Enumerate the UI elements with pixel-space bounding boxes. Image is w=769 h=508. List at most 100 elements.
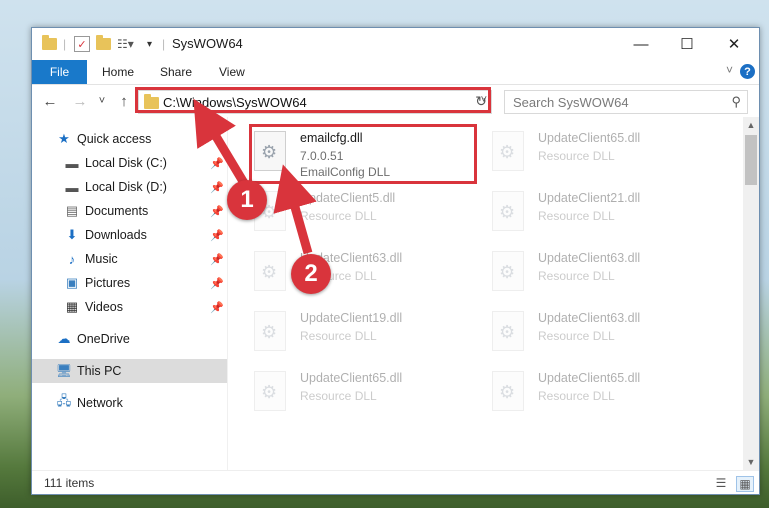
recent-locations-button[interactable]: ˅: [92, 91, 112, 111]
dll-file-icon: [254, 311, 286, 351]
scroll-up-button[interactable]: ▲: [743, 117, 759, 133]
file-item[interactable]: UpdateClient63.dll Resource DLL: [228, 245, 458, 301]
file-item[interactable]: UpdateClient63.dll Resource DLL: [466, 245, 696, 301]
pin-icon[interactable]: 📌: [210, 181, 224, 194]
sidebar-item-label: OneDrive: [77, 332, 130, 346]
pin-icon[interactable]: 📌: [210, 157, 224, 170]
sidebar-item-label: Quick access: [77, 132, 152, 146]
tab-share[interactable]: Share: [160, 60, 192, 84]
computer-icon: 🖥: [55, 363, 73, 378]
explorer-window: | ✓ ☷▾ ▾ | SysWOW64 — ☐ ✕ File Home Shar…: [31, 27, 760, 495]
sidebar-item-quick-access[interactable]: ★ Quick access: [32, 127, 227, 151]
pin-icon[interactable]: 📌: [210, 205, 224, 218]
file-name: UpdateClient65.dll: [538, 131, 641, 145]
file-description: Resource DLL: [300, 389, 377, 403]
sidebar-item-downloads[interactable]: ⬇ Downloads 📌: [32, 223, 227, 247]
close-button[interactable]: ✕: [711, 28, 757, 60]
sidebar-item-onedrive[interactable]: ☁ OneDrive: [32, 327, 227, 351]
file-item-emailcfg[interactable]: emailcfg.dll 7.0.0.51 EmailConfig DLL: [228, 125, 458, 181]
window-title: SysWOW64: [172, 36, 243, 51]
sidebar-item-label: Documents: [85, 204, 149, 218]
sidebar-item-local-disk-c[interactable]: ▬ Local Disk (C:) 📌: [32, 151, 227, 175]
ribbon: File Home Share View ˅ ?: [32, 60, 759, 85]
folder-icon: [42, 35, 57, 52]
scroll-down-button[interactable]: ▼: [743, 454, 759, 470]
tab-home[interactable]: Home: [102, 60, 134, 84]
sidebar-item-label: This PC: [77, 364, 122, 378]
toolbar-dropdown-icon[interactable]: ▾: [147, 36, 152, 52]
file-description: Resource DLL: [538, 209, 615, 223]
sidebar-item-label: Pictures: [85, 276, 131, 290]
dll-file-icon: [492, 191, 524, 231]
pin-icon[interactable]: 📌: [210, 301, 224, 314]
tab-view[interactable]: View: [219, 60, 245, 84]
file-version: 7.0.0.51: [300, 149, 344, 163]
separator: |: [162, 37, 166, 51]
forward-button[interactable]: →: [70, 91, 90, 111]
vertical-scrollbar[interactable]: ▲ ▼: [743, 117, 759, 470]
sidebar-item-pictures[interactable]: ▣ Pictures 📌: [32, 271, 227, 295]
status-bar: 111 items ☰ ▦: [32, 470, 759, 494]
file-item[interactable]: UpdateClient65.dll Resource DLL: [228, 365, 458, 421]
search-icon: ⚲: [731, 94, 741, 109]
maximize-button[interactable]: ☐: [664, 28, 710, 60]
file-item[interactable]: UpdateClient21.dll Resource DLL: [466, 185, 696, 241]
pin-icon[interactable]: 📌: [210, 253, 224, 266]
cloud-icon: ☁: [57, 331, 71, 346]
minimize-button[interactable]: —: [618, 28, 664, 60]
file-description: Resource DLL: [300, 329, 377, 343]
file-description: Resource DLL: [538, 269, 615, 283]
dll-file-icon: [492, 131, 524, 171]
file-item[interactable]: UpdateClient65.dll Resource DLL: [466, 125, 696, 181]
file-name: UpdateClient21.dll: [538, 191, 641, 205]
file-name: UpdateClient63.dll: [538, 311, 641, 325]
drive-icon: ▬: [65, 155, 79, 171]
music-icon: ♪: [68, 251, 76, 267]
drive-icon: ▬: [65, 179, 79, 195]
address-bar[interactable]: C:\Windows\SysWOW64 ˅: [138, 90, 492, 114]
pictures-icon: ▣: [65, 275, 79, 290]
details-view-button[interactable]: ☰: [713, 476, 729, 490]
sidebar-item-label: Network: [77, 396, 123, 410]
help-icon[interactable]: ?: [740, 64, 755, 79]
tab-file[interactable]: File: [32, 60, 87, 84]
navigation-bar: ← → ˅ ↑ C:\Windows\SysWOW64 ˅ ↻ Search S…: [32, 85, 759, 117]
file-list: emailcfg.dll 7.0.0.51 EmailConfig DLL Up…: [228, 117, 743, 470]
pin-icon[interactable]: 📌: [210, 229, 224, 242]
file-item[interactable]: UpdateClient63.dll Resource DLL: [466, 305, 696, 361]
title-bar: | ✓ ☷▾ ▾ | SysWOW64 — ☐ ✕: [32, 28, 759, 60]
sidebar-item-videos[interactable]: ▦ Videos 📌: [32, 295, 227, 319]
dll-file-icon: [254, 371, 286, 411]
customize-toolbar-icon[interactable]: ☷▾: [117, 36, 134, 52]
videos-icon: ▦: [65, 299, 79, 314]
sidebar-item-local-disk-d[interactable]: ▬ Local Disk (D:) 📌: [32, 175, 227, 199]
dll-file-icon: [254, 131, 286, 171]
properties-icon[interactable]: ✓: [74, 36, 90, 52]
search-input[interactable]: Search SysWOW64 ⚲: [504, 90, 748, 114]
download-icon: ⬇: [66, 227, 78, 242]
sidebar-item-this-pc[interactable]: 🖥 This PC: [32, 359, 227, 383]
file-item[interactable]: UpdateClient65.dll Resource DLL: [466, 365, 696, 421]
sidebar-item-music[interactable]: ♪ Music 📌: [32, 247, 227, 271]
file-name: UpdateClient63.dll: [538, 251, 641, 265]
separator: |: [63, 37, 67, 51]
new-folder-icon[interactable]: [96, 35, 111, 52]
scroll-thumb[interactable]: [745, 135, 757, 185]
step-1-badge: 1: [227, 180, 267, 220]
chevron-down-icon[interactable]: ˅: [726, 63, 733, 77]
folder-icon: [144, 94, 159, 109]
sidebar-item-documents[interactable]: ▤ Documents 📌: [32, 199, 227, 223]
tiles-view-button[interactable]: ▦: [736, 476, 754, 492]
file-item[interactable]: UpdateClient19.dll Resource DLL: [228, 305, 458, 361]
sidebar-item-label: Local Disk (D:): [85, 180, 167, 194]
sidebar-item-network[interactable]: 🖧 Network: [32, 391, 227, 415]
back-button[interactable]: ←: [40, 91, 60, 111]
file-description: EmailConfig DLL: [300, 165, 391, 179]
refresh-button[interactable]: ↻: [471, 90, 491, 112]
network-icon: 🖧: [56, 393, 72, 408]
pin-icon[interactable]: 📌: [210, 277, 224, 290]
item-count: 111 items: [44, 476, 95, 490]
file-name: UpdateClient65.dll: [538, 371, 641, 385]
up-button[interactable]: ↑: [114, 91, 134, 111]
file-description: Resource DLL: [538, 329, 615, 343]
